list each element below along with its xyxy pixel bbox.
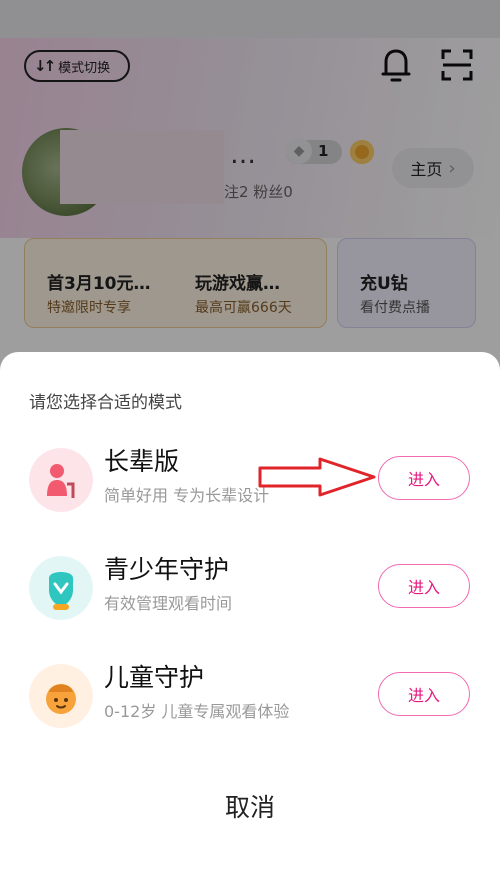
child-icon [29,664,93,728]
mode-name: 长辈版 [104,447,180,476]
elder-icon [29,448,93,512]
mode-name: 儿童守护 [104,663,205,692]
enter-button-teen[interactable]: 进入 [378,564,470,608]
mode-row-child[interactable]: 儿童守护 0-12岁 儿童专属观看体验 进入 [0,663,500,754]
sheet-title: 请您选择合适的模式 [29,393,182,413]
enter-button-child[interactable]: 进入 [378,672,470,716]
mode-desc: 有效管理观看时间 [104,594,233,613]
enter-button-elder[interactable]: 进入 [378,456,470,500]
mode-desc: 简单好用 专为长辈设计 [104,486,270,505]
mode-name: 青少年守护 [104,555,230,584]
teen-icon [29,556,93,620]
mode-desc: 0-12岁 儿童专属观看体验 [104,702,290,721]
mode-row-teen[interactable]: 青少年守护 有效管理观看时间 进入 [0,555,500,646]
cancel-button[interactable]: 取消 [0,788,500,824]
mode-row-elder[interactable]: 长辈版 简单好用 专为长辈设计 进入 [0,447,500,538]
annotation-arrow-icon [258,457,376,497]
mode-select-sheet: 请您选择合适的模式 长辈版 简单好用 专为长辈设计 进入 青少年守护 有效管理观… [0,352,500,888]
